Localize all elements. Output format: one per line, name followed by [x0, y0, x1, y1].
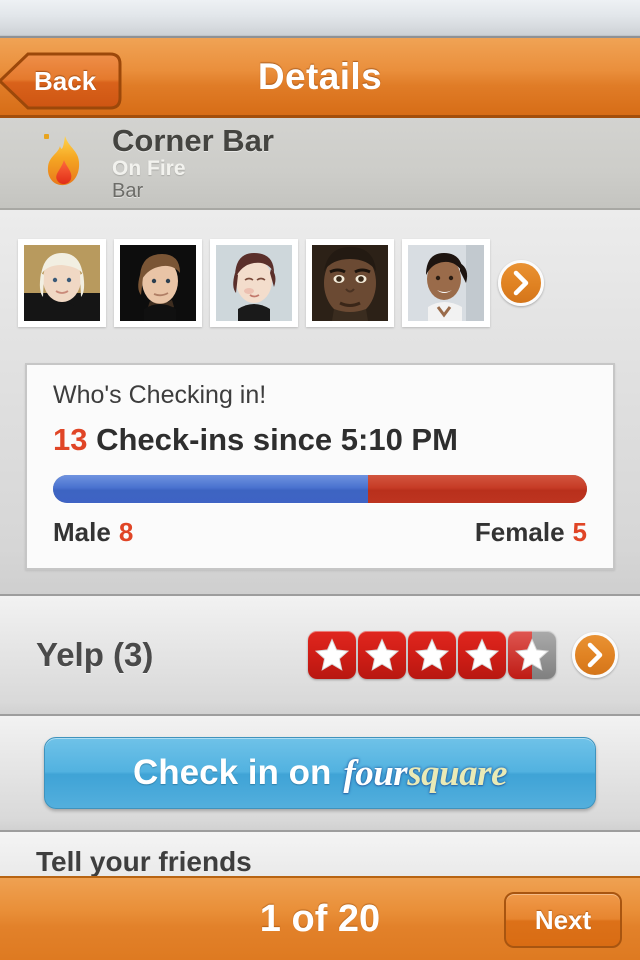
checkin-card: Who's Checking in! 13 Check-ins since 5:…: [25, 363, 615, 570]
venue-name: Corner Bar: [112, 122, 274, 158]
yelp-rating-stars[interactable]: [308, 631, 558, 679]
photos-more-button[interactable]: [498, 259, 544, 306]
female-label: Female: [474, 517, 565, 547]
checkin-headline: 13 Check-ins since 5:10 PM: [53, 422, 587, 458]
foursquare-section: Check in on foursquare: [0, 716, 640, 832]
female-stat: Female 5: [475, 517, 587, 548]
venue-status: On Fire: [112, 157, 186, 181]
chevron-right-icon: [587, 642, 603, 668]
star-full[interactable]: [408, 631, 456, 679]
tell-your-friends-label: Tell your friends: [36, 846, 252, 877]
checkin-card-title: Who's Checking in!: [53, 381, 267, 409]
avatar: [408, 244, 484, 321]
star-glyph: [315, 638, 349, 671]
avatar: [312, 244, 388, 321]
avatar: [216, 244, 292, 321]
back-button-shape: [0, 52, 122, 110]
male-stat: Male 8: [53, 517, 133, 548]
avatar: [24, 244, 100, 321]
navigation-bar: Back Details: [0, 38, 640, 118]
gender-bar-male-segment: [53, 475, 369, 503]
star-full[interactable]: [308, 631, 356, 679]
star-glyph: [515, 638, 549, 671]
list-item[interactable]: [18, 238, 106, 327]
star-full[interactable]: [358, 631, 406, 679]
back-button[interactable]: Back: [0, 52, 122, 110]
next-button[interactable]: Next: [504, 892, 622, 948]
list-item[interactable]: [114, 238, 202, 327]
list-item[interactable]: [306, 238, 394, 327]
checkin-foursquare-button[interactable]: Check in on foursquare: [44, 737, 596, 809]
status-bar: [0, 0, 640, 38]
list-item[interactable]: [402, 238, 490, 327]
avatar: [120, 244, 196, 321]
female-count: 5: [572, 517, 587, 547]
yelp-more-button[interactable]: [572, 632, 618, 678]
male-label: Male: [53, 517, 111, 547]
pager-count: 1 of 20: [259, 897, 381, 940]
foursquare-logo-part2: square: [407, 752, 507, 794]
checkin-headline-rest: Check-ins since 5:10 PM: [96, 422, 458, 457]
yelp-label: Yelp (3): [36, 636, 154, 673]
star-full[interactable]: [458, 631, 506, 679]
bottom-toolbar: 1 of 20 Next: [0, 876, 640, 960]
flame-icon: [38, 128, 90, 198]
gender-bar: [53, 475, 587, 503]
star-glyph: [415, 638, 449, 671]
foursquare-logo: foursquare: [343, 752, 507, 795]
star-half[interactable]: [508, 631, 556, 679]
male-count: 8: [118, 517, 134, 547]
gender-bar-female-segment: [368, 475, 587, 503]
checkin-count: 13: [53, 422, 88, 457]
page-title: Details: [257, 55, 383, 97]
app-screen: Back Details Corner Bar On Fire Bar Who'…: [0, 0, 640, 960]
star-glyph: [365, 638, 399, 671]
next-button-label: Next: [534, 904, 592, 935]
chevron-right-icon: [513, 270, 529, 295]
foursquare-button-prefix: Check in on: [133, 753, 332, 792]
yelp-section[interactable]: Yelp (3): [0, 596, 640, 716]
list-item[interactable]: [210, 238, 298, 327]
foursquare-logo-part1: four: [343, 752, 408, 794]
star-glyph: [465, 638, 499, 671]
photo-strip: [0, 210, 640, 355]
venue-category: Bar: [112, 179, 144, 202]
checkin-section: Who's Checking in! 13 Check-ins since 5:…: [0, 210, 640, 596]
venue-header: Corner Bar On Fire Bar: [0, 118, 640, 210]
